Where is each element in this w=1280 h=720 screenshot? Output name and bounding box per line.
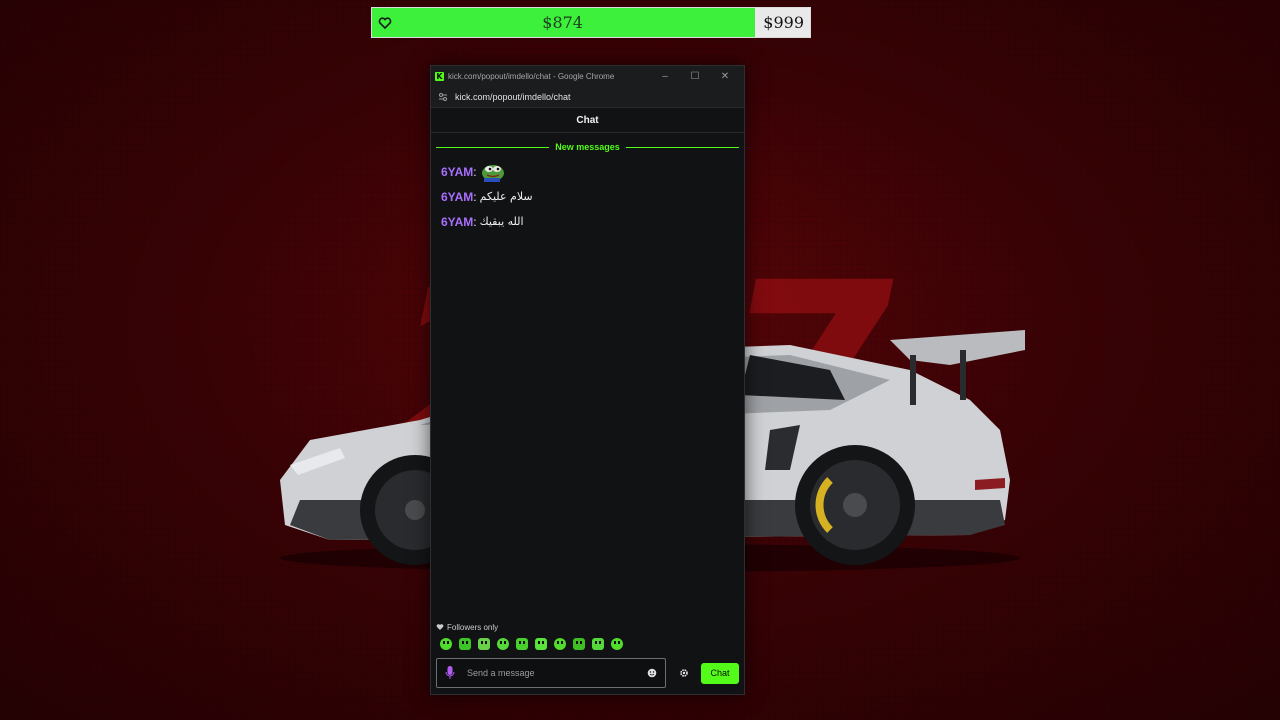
kick-logo-icon: K bbox=[435, 71, 444, 81]
divider-line bbox=[436, 146, 550, 148]
kick-emote-7-icon[interactable] bbox=[553, 637, 567, 651]
maximize-button[interactable]: ☐ bbox=[680, 66, 710, 86]
chat-username[interactable]: 6YAM bbox=[441, 190, 473, 204]
message-input[interactable] bbox=[467, 668, 648, 678]
chat-message-text: الله يبقيك bbox=[479, 215, 524, 228]
goal-target-amount: $999 bbox=[763, 13, 804, 32]
send-chat-button[interactable]: Chat bbox=[701, 662, 739, 684]
chat-popout-window: K kick.com/popout/imdello/chat - Google … bbox=[430, 65, 745, 695]
pepe-emote-icon[interactable] bbox=[480, 162, 506, 182]
chat-title: Chat bbox=[576, 114, 599, 126]
new-messages-label: New messages bbox=[555, 142, 620, 152]
chat-username[interactable]: 6YAM bbox=[441, 215, 473, 229]
divider-line bbox=[625, 146, 740, 148]
quick-emote-bar bbox=[436, 637, 739, 653]
donation-goal-bar: $874 $999 bbox=[371, 7, 811, 38]
emoji-picker-icon[interactable] bbox=[647, 668, 657, 678]
chat-message: 6YAM : سلام عليكم bbox=[441, 184, 734, 209]
goal-current-amount: $874 bbox=[542, 13, 583, 32]
chat-message: 6YAM : bbox=[441, 159, 734, 184]
chat-message: 6YAM : الله يبقيك bbox=[441, 209, 734, 234]
kick-emote-9-icon[interactable] bbox=[591, 637, 605, 651]
kick-emote-1-icon[interactable] bbox=[439, 637, 453, 651]
chat-message-text: سلام عليكم bbox=[479, 190, 533, 203]
kick-emote-10-icon[interactable] bbox=[610, 637, 624, 651]
chat-header: Chat bbox=[431, 108, 744, 133]
followers-only-label: Followers only bbox=[447, 622, 499, 632]
window-title: kick.com/popout/imdello/chat - Google Ch… bbox=[448, 71, 615, 81]
chat-composer: Followers only Send a message Chat bbox=[431, 620, 744, 694]
kick-emote-5-icon[interactable] bbox=[515, 637, 529, 651]
close-button[interactable]: ✕ bbox=[710, 66, 740, 86]
heart-icon bbox=[436, 624, 444, 630]
chat-message-list: 6YAM : 6YAM : سلام عليكم 6YAM : الله يبق… bbox=[431, 153, 744, 234]
kick-emote-2-icon[interactable] bbox=[458, 637, 472, 651]
kick-emote-8-icon[interactable] bbox=[572, 637, 586, 651]
kick-emote-4-icon[interactable] bbox=[496, 637, 510, 651]
message-separator: : bbox=[473, 189, 477, 204]
new-messages-divider[interactable]: New messages bbox=[436, 141, 740, 153]
chat-username[interactable]: 6YAM bbox=[441, 165, 473, 179]
minimize-button[interactable]: – bbox=[650, 66, 680, 86]
url-text[interactable]: kick.com/popout/imdello/chat bbox=[455, 92, 571, 102]
microphone-icon[interactable] bbox=[445, 666, 455, 680]
message-input-box[interactable] bbox=[436, 658, 667, 688]
window-titlebar[interactable]: K kick.com/popout/imdello/chat - Google … bbox=[431, 66, 744, 86]
address-bar[interactable]: kick.com/popout/imdello/chat bbox=[431, 86, 744, 108]
kick-emote-3-icon[interactable] bbox=[477, 637, 491, 651]
chat-settings-button[interactable] bbox=[666, 658, 701, 688]
site-settings-icon[interactable] bbox=[437, 91, 449, 103]
message-separator: : bbox=[473, 164, 477, 179]
followers-only-notice: Followers only bbox=[436, 620, 739, 634]
gear-icon bbox=[679, 669, 688, 677]
kick-emote-6-icon[interactable] bbox=[534, 637, 548, 651]
message-separator: : bbox=[473, 214, 477, 229]
